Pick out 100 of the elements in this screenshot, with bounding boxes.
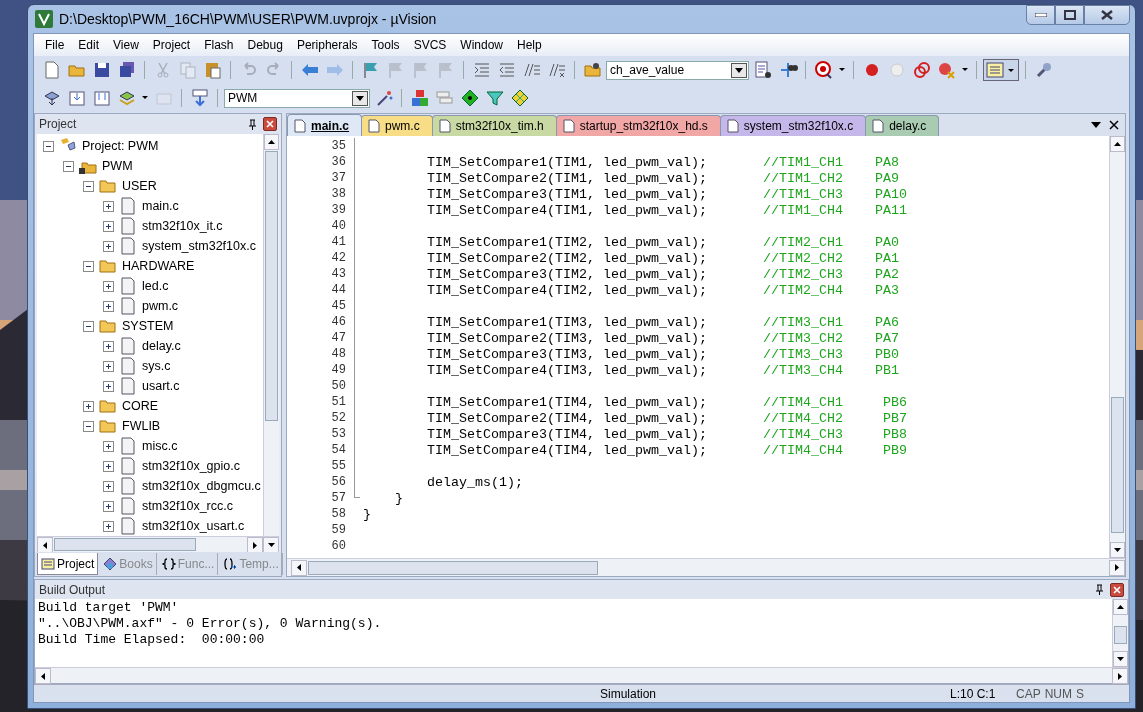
tree-item[interactable]: CORE xyxy=(122,399,159,413)
diamond-icon[interactable] xyxy=(459,88,480,108)
build-icon[interactable] xyxy=(66,88,87,108)
expand-icon[interactable] xyxy=(103,340,114,352)
collapse-icon[interactable] xyxy=(83,320,94,332)
menu-item[interactable]: Project xyxy=(145,36,198,54)
menu-item[interactable]: Flash xyxy=(197,36,241,54)
tree-item[interactable]: system_stm32f10x.c xyxy=(142,239,256,253)
collapse-icon[interactable] xyxy=(83,420,94,432)
file-tab[interactable]: delay.c xyxy=(865,115,940,136)
expand-icon[interactable] xyxy=(103,360,114,372)
close-button[interactable] xyxy=(263,117,277,131)
tree-item[interactable]: stm32f10x_rcc.c xyxy=(142,499,233,513)
panel-tab[interactable]: Project xyxy=(37,553,99,575)
menu-item[interactable]: Debug xyxy=(240,36,290,54)
scroll-thumb[interactable] xyxy=(308,560,598,575)
scroll-arrow-icon[interactable] xyxy=(268,140,275,144)
scrollbar[interactable] xyxy=(1109,136,1125,558)
target-combo-box[interactable]: PWM xyxy=(224,88,370,108)
file-tab[interactable]: system_stm32f10x.c xyxy=(719,115,867,136)
expand-icon[interactable] xyxy=(103,440,114,452)
expand-icon[interactable] xyxy=(103,460,114,472)
find-in-files-icon[interactable] xyxy=(752,60,773,80)
tree-item[interactable]: HARDWARE xyxy=(122,259,195,273)
expand-icon[interactable] xyxy=(103,240,114,252)
menu-item[interactable]: SVCS xyxy=(406,36,454,54)
horizontal-scrollbar[interactable] xyxy=(287,558,1125,576)
tree-item[interactable]: usart.c xyxy=(142,379,180,393)
scroll-arrow-icon[interactable] xyxy=(43,541,47,549)
close-button[interactable] xyxy=(1110,582,1124,597)
close-icon[interactable] xyxy=(1109,120,1119,130)
scroll-arrow-icon[interactable] xyxy=(1117,605,1124,609)
scroll-thumb[interactable] xyxy=(265,151,278,421)
scroll-arrow-icon[interactable] xyxy=(297,564,301,571)
tree-item[interactable]: FWLIB xyxy=(122,419,161,433)
expand-icon[interactable] xyxy=(103,520,114,532)
window-layout-icon[interactable] xyxy=(985,61,1017,79)
expand-icon[interactable] xyxy=(103,280,114,292)
horizontal-scrollbar[interactable] xyxy=(35,667,1128,683)
horizontal-scrollbar[interactable] xyxy=(37,536,279,552)
scroll-arrow-icon[interactable] xyxy=(1115,564,1119,571)
scrollbar[interactable] xyxy=(263,134,279,536)
collapse-icon[interactable] xyxy=(43,140,54,152)
folder-icon[interactable] xyxy=(582,60,603,80)
collapse-icon[interactable] xyxy=(83,260,94,272)
scroll-arrow-icon[interactable] xyxy=(267,543,275,547)
close-button[interactable] xyxy=(1084,5,1130,25)
expand-icon[interactable] xyxy=(103,220,114,232)
tree-item[interactable]: pwm.c xyxy=(142,299,179,313)
find-combo-box[interactable]: ch_ave_value xyxy=(606,60,749,80)
pin-icon[interactable] xyxy=(248,118,257,130)
scroll-arrow-icon[interactable] xyxy=(1114,548,1121,552)
menu-item[interactable]: Edit xyxy=(71,36,107,54)
tree-item[interactable]: misc.c xyxy=(142,439,178,453)
scroll-thumb[interactable] xyxy=(1114,626,1127,644)
funnel-icon[interactable] xyxy=(484,88,505,108)
dropdown-arrow-icon[interactable] xyxy=(356,95,364,101)
scroll-arrow-icon[interactable] xyxy=(1114,142,1121,146)
file-tab[interactable]: pwm.c xyxy=(361,115,433,136)
menu-item[interactable]: Help xyxy=(510,36,549,54)
collapse-icon[interactable] xyxy=(63,160,74,172)
scroll-thumb[interactable] xyxy=(1111,397,1124,533)
tree-item[interactable]: led.c xyxy=(142,279,169,293)
file-tab[interactable]: main.c xyxy=(287,114,362,136)
expand-icon[interactable] xyxy=(103,200,114,212)
scroll-arrow-icon[interactable] xyxy=(1117,657,1124,661)
scroll-arrow-icon[interactable] xyxy=(41,672,45,680)
scroll-arrow-icon[interactable] xyxy=(1118,672,1122,680)
pin-icon[interactable] xyxy=(1095,584,1104,595)
maximize-button[interactable] xyxy=(1055,5,1084,25)
tree-item[interactable]: stm32f10x_gpio.c xyxy=(142,459,240,473)
dropdown-arrow-icon[interactable] xyxy=(1091,122,1101,128)
menu-item[interactable]: File xyxy=(38,36,72,54)
tree-item[interactable]: delay.c xyxy=(142,339,181,353)
file-tab[interactable]: startup_stm32f10x_hd.s xyxy=(555,115,721,136)
menu-item[interactable]: Tools xyxy=(364,36,407,54)
tree-item[interactable]: main.c xyxy=(142,199,179,213)
menu-item[interactable]: Window xyxy=(453,36,510,54)
tree-item[interactable]: sys.c xyxy=(142,359,171,373)
expand-icon[interactable] xyxy=(83,400,94,412)
scroll-arrow-icon[interactable] xyxy=(253,541,257,549)
tree-item[interactable]: USER xyxy=(122,179,157,193)
components-icon[interactable] xyxy=(409,88,430,108)
scrollbar[interactable] xyxy=(1112,599,1128,667)
collapse-icon[interactable] xyxy=(83,180,94,192)
diamond-grid-icon[interactable] xyxy=(509,88,530,108)
debug-session-icon[interactable] xyxy=(813,60,834,80)
breakpoints-icon[interactable] xyxy=(911,60,932,80)
scroll-thumb[interactable] xyxy=(54,538,196,551)
tree-item[interactable]: Project: PWM xyxy=(82,139,159,153)
minimize-button[interactable] xyxy=(1026,5,1055,25)
menu-item[interactable]: View xyxy=(106,36,146,54)
menu-item[interactable]: Peripherals xyxy=(289,36,365,54)
tree-item[interactable]: SYSTEM xyxy=(122,319,174,333)
expand-icon[interactable] xyxy=(103,500,114,512)
expand-icon[interactable] xyxy=(103,300,114,312)
expand-icon[interactable] xyxy=(103,380,114,392)
download-icon[interactable] xyxy=(189,88,210,108)
tree-item[interactable]: stm32f10x_usart.c xyxy=(142,519,245,533)
tree-item[interactable]: PWM xyxy=(102,159,133,173)
